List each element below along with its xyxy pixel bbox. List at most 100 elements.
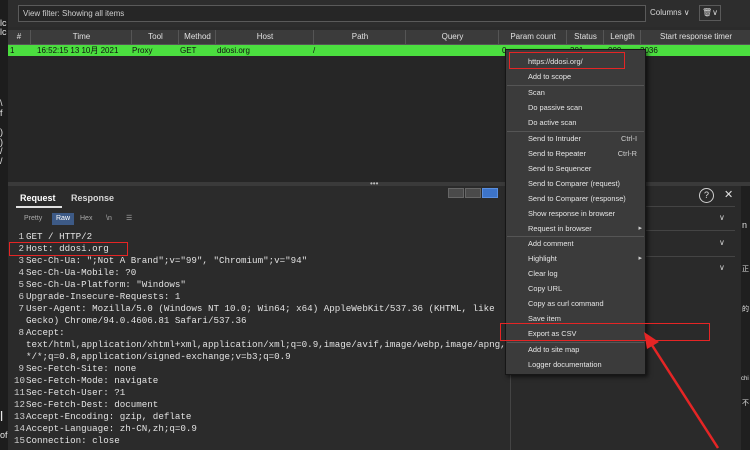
column-header-start-response-timer[interactable]: Start response timer	[640, 30, 750, 44]
menu-item-scan[interactable]: Scan	[528, 86, 545, 99]
left-edge-text: lc	[0, 27, 7, 37]
left-edge-text: )	[0, 127, 3, 137]
code-line: 15Connection: close	[14, 435, 120, 446]
menu-item-add-comment[interactable]: Add comment	[528, 237, 574, 250]
annotation-arrow	[644, 332, 720, 449]
menu-item-add-to-scope[interactable]: Add to scope	[528, 70, 571, 83]
code-line: */*;q=0.8,application/signed-exchange;v=…	[26, 351, 291, 362]
menu-item-copy-url[interactable]: Copy URL	[528, 282, 562, 295]
view-filter-input[interactable]: View filter: Showing all items	[18, 5, 646, 22]
left-edge-text: /	[0, 146, 3, 156]
code-line: 8 Accept:	[18, 327, 65, 338]
left-edge-text: l	[0, 408, 4, 424]
right-edge-text: 的	[742, 306, 749, 313]
menu-icon[interactable]: ☰	[122, 213, 136, 225]
submenu-arrow-icon: ▸	[638, 225, 642, 232]
annotation-box-url	[509, 52, 625, 69]
left-edge-text: /	[0, 156, 3, 166]
row-method: GET	[180, 46, 197, 55]
code-line: 13Accept-Encoding: gzip, deflate	[14, 411, 192, 422]
columns-dropdown-button[interactable]: Columns ∨	[650, 5, 690, 20]
code-line: 14Accept-Language: zh-CN,zh;q=0.9	[14, 423, 197, 434]
column-header-status[interactable]: Status	[566, 30, 604, 44]
chevron-down-icon[interactable]: ∨	[719, 238, 725, 247]
row-host: ddosi.org	[217, 46, 250, 55]
column-header-host[interactable]: Host	[215, 30, 314, 44]
menu-item-logger-documentation[interactable]: Logger documentation	[528, 358, 602, 371]
annotation-box-host	[9, 242, 128, 256]
divider	[645, 206, 735, 207]
chevron-down-icon[interactable]: ∨	[719, 213, 725, 222]
divider	[645, 230, 735, 231]
menu-item-clear-log[interactable]: Clear log	[528, 267, 558, 280]
column-header-method[interactable]: Method	[178, 30, 216, 44]
code-line: 4 Sec-Ch-Ua-Mobile: ?0	[18, 267, 137, 278]
menu-item-request-in-browser[interactable]: Request in browser	[528, 222, 592, 235]
menu-item-copy-as-curl[interactable]: Copy as curl command	[528, 297, 604, 310]
right-edge-text: chi	[741, 376, 749, 382]
active-tab-indicator	[16, 206, 62, 208]
right-edge-strip: n 正 的 chi 不	[741, 186, 750, 450]
tab-request[interactable]: Request	[20, 193, 56, 203]
help-icon[interactable]: ?	[699, 188, 714, 203]
code-line: Gecko) Chrome/94.0.4606.81 Safari/537.36	[26, 315, 247, 326]
code-line: 3 Sec-Ch-Ua: ";Not A Brand";v="99", "Chro…	[18, 255, 308, 266]
layout-side-by-side-icon[interactable]	[448, 188, 464, 198]
row-time: 16:52:15 13 10月 2021	[37, 46, 119, 55]
divider	[645, 256, 735, 257]
request-editor[interactable]: 1 GET / HTTP/2 2 Host: ddosi.org 3 Sec-Ch-U…	[14, 231, 508, 450]
tab-raw[interactable]: Raw	[52, 213, 75, 225]
chevron-down-icon[interactable]: ∨	[719, 263, 725, 272]
layout-tabs-icon[interactable]	[482, 188, 498, 198]
newline-toggle-icon[interactable]: \n	[102, 213, 116, 225]
code-line: text/html,application/xhtml+xml,applicat…	[26, 339, 506, 350]
shortcut-label: Ctrl-I	[620, 134, 637, 143]
code-line: 9 Sec-Fetch-Site: none	[18, 363, 137, 374]
menu-item-send-to-repeater[interactable]: Send to Repeater	[528, 147, 586, 160]
request-panel: Request Response Pretty Raw Hex \n ☰ 1 GE…	[8, 186, 510, 450]
menu-item-send-to-intruder[interactable]: Send to Intruder	[528, 132, 581, 145]
menu-item-passive-scan[interactable]: Do passive scan	[528, 101, 582, 114]
layout-toggle-group	[446, 186, 506, 198]
left-edge-text: \	[0, 98, 3, 108]
code-line: 6 Upgrade-Insecure-Requests: 1	[18, 291, 181, 302]
layout-vertical-icon[interactable]	[465, 188, 481, 198]
code-line: 11Sec-Fetch-User: ?1	[14, 387, 126, 398]
menu-item-add-to-site-map[interactable]: Add to site map	[528, 343, 579, 356]
column-header-time[interactable]: Time	[30, 30, 132, 44]
menu-item-active-scan[interactable]: Do active scan	[528, 116, 576, 129]
menu-item-highlight[interactable]: Highlight	[528, 252, 557, 265]
column-header-param-count[interactable]: Param count	[498, 30, 567, 44]
tab-pretty[interactable]: Pretty	[20, 213, 46, 225]
row-path: /	[313, 46, 316, 55]
column-header-tool[interactable]: Tool	[131, 30, 179, 44]
right-edge-text: n	[742, 220, 748, 230]
right-edge-text: 正	[742, 266, 749, 273]
menu-item-show-response-in-browser[interactable]: Show response in browser	[528, 207, 615, 220]
code-line: 10Sec-Fetch-Mode: navigate	[14, 375, 159, 386]
left-edge-strip: lc lc \ f ) ) / / l of	[0, 0, 8, 450]
code-line: 7 User-Agent: Mozilla/5.0 (Windows NT 10.…	[18, 303, 495, 314]
column-header-number[interactable]: #	[8, 30, 30, 44]
right-edge-text: 不	[742, 400, 749, 407]
trash-dropdown-button[interactable]: 🗑∨	[699, 5, 721, 21]
column-header-query[interactable]: Query	[405, 30, 499, 44]
filter-bar: View filter: Showing all items Columns ∨…	[8, 0, 750, 27]
left-edge-text: of	[0, 430, 8, 440]
code-line: 12Sec-Fetch-Dest: document	[14, 399, 159, 410]
column-header-length[interactable]: Length	[603, 30, 641, 44]
menu-item-send-to-comparer-response[interactable]: Send to Comparer (response)	[528, 192, 626, 205]
tab-hex[interactable]: Hex	[76, 213, 96, 225]
shortcut-label: Ctrl-R	[617, 149, 637, 158]
menu-item-send-to-sequencer[interactable]: Send to Sequencer	[528, 162, 591, 175]
column-header-path[interactable]: Path	[313, 30, 406, 44]
row-tool: Proxy	[132, 46, 153, 55]
menu-item-send-to-comparer-request[interactable]: Send to Comparer (request)	[528, 177, 620, 190]
code-line: 5 Sec-Ch-Ua-Platform: "Windows"	[18, 279, 186, 290]
left-edge-text: f	[0, 108, 3, 118]
close-icon[interactable]: ✕	[724, 188, 733, 201]
logger-table-header: # Time Tool Method Host Path Query Param…	[8, 30, 750, 45]
submenu-arrow-icon: ▸	[638, 255, 642, 262]
tab-response[interactable]: Response	[71, 193, 114, 203]
row-number: 1	[10, 46, 15, 55]
